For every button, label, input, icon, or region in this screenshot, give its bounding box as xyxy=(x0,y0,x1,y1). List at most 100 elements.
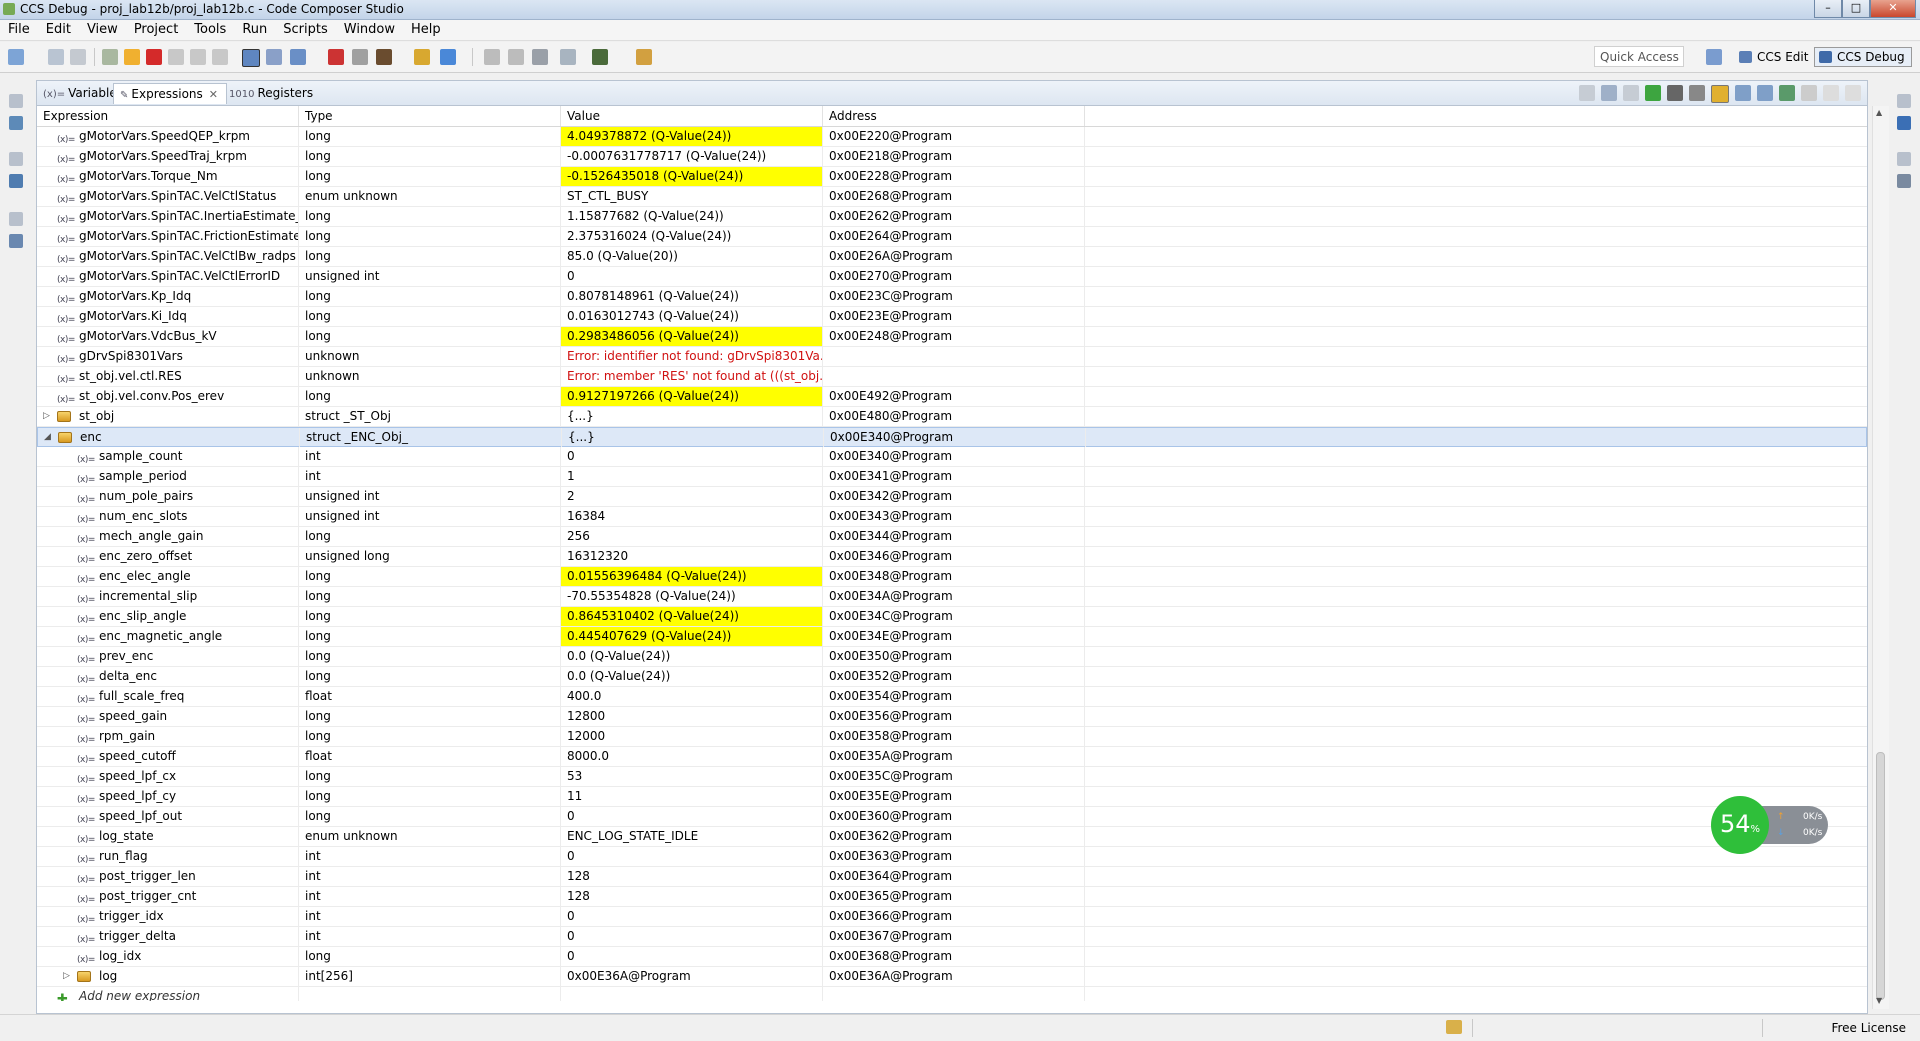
expression-cell[interactable]: (x)= gMotorVars.SpinTAC.VelCtlStatus xyxy=(37,187,299,206)
expression-cell[interactable]: (x)= gMotorVars.SpinTAC.InertiaEstimate_ xyxy=(37,207,299,226)
value-cell[interactable]: 4.049378872 (Q-Value(24)) xyxy=(561,127,823,146)
breakpoints-icon[interactable] xyxy=(1897,116,1911,130)
value-cell[interactable]: -0.0007631778717 (Q-Value(24)) xyxy=(561,147,823,166)
back-icon[interactable] xyxy=(484,49,500,65)
table-row[interactable]: (x)= gMotorVars.Kp_Idq long 0.8078148961 (Q… xyxy=(37,287,1867,307)
value-cell[interactable]: 0 xyxy=(561,847,823,866)
collapse-all-icon[interactable] xyxy=(1579,85,1595,101)
value-cell[interactable]: ENC_LOG_STATE_IDLE xyxy=(561,827,823,846)
table-row[interactable]: (x)= incremental_slip long -70.55354828 (Q-… xyxy=(37,587,1867,607)
memory-save-icon[interactable] xyxy=(242,49,260,67)
expression-cell[interactable]: (x)= num_pole_pairs xyxy=(37,487,299,506)
table-row[interactable]: (x)= trigger_delta int 0 0x00E367@Program xyxy=(37,927,1867,947)
value-cell[interactable]: 8000.0 xyxy=(561,747,823,766)
refresh-icon[interactable] xyxy=(1779,85,1795,101)
expression-cell[interactable]: (x)= run_flag xyxy=(37,847,299,866)
expression-cell[interactable]: ▷ log xyxy=(37,967,299,986)
table-row[interactable]: (x)= gMotorVars.SpinTAC.VelCtlStatus enum … xyxy=(37,187,1867,207)
expression-cell[interactable]: (x)= log_state xyxy=(37,827,299,846)
value-cell[interactable]: 53 xyxy=(561,767,823,786)
value-cell[interactable]: Error: identifier not found: gDrvSpi8301… xyxy=(561,347,823,366)
scroll-down-icon[interactable]: ▼ xyxy=(1876,996,1882,1005)
table-row[interactable]: (x)= gMotorVars.SpeedTraj_krpm long -0.0007… xyxy=(37,147,1867,167)
value-cell[interactable]: 1 xyxy=(561,467,823,486)
expression-cell[interactable]: (x)= enc_magnetic_angle xyxy=(37,627,299,646)
table-row[interactable]: ▷ log int[256] 0x00E36A@Program 0x00E36A@Pro… xyxy=(37,967,1867,987)
value-cell[interactable]: 0.01556396484 (Q-Value(24)) xyxy=(561,567,823,586)
value-cell[interactable]: 0.8078148961 (Q-Value(24)) xyxy=(561,287,823,306)
expression-cell[interactable]: (x)= gMotorVars.SpinTAC.VelCtlErrorID xyxy=(37,267,299,286)
expression-cell[interactable]: (x)= gMotorVars.VdcBus_kV xyxy=(37,327,299,346)
value-cell[interactable]: 0 xyxy=(561,447,823,466)
value-cell[interactable]: {...} xyxy=(562,428,824,447)
table-row[interactable]: ◢ enc struct _ENC_Obj_ {...} 0x00E340@Progra… xyxy=(37,427,1867,447)
table-row[interactable]: (x)= gMotorVars.VdcBus_kV long 0.2983486056… xyxy=(37,327,1867,347)
menu-help[interactable]: Help xyxy=(403,20,449,40)
table-row[interactable]: (x)= num_enc_slots unsigned int 16384 0x00E3… xyxy=(37,507,1867,527)
value-cell[interactable]: 0 xyxy=(561,807,823,826)
expression-cell[interactable]: (x)= gMotorVars.SpinTAC.FrictionEstimate xyxy=(37,227,299,246)
value-cell[interactable]: 0.2983486056 (Q-Value(24)) xyxy=(561,327,823,346)
expression-cell[interactable]: (x)= post_trigger_cnt xyxy=(37,887,299,906)
quick-access-input[interactable]: Quick Access xyxy=(1594,46,1684,67)
value-cell[interactable]: 0.0 (Q-Value(24)) xyxy=(561,647,823,666)
network-speed-widget[interactable]: ↑ 0K/s ↓ 0K/s 54% xyxy=(1711,796,1828,854)
value-cell[interactable]: 0x00E36A@Program xyxy=(561,967,823,986)
select-all-icon[interactable] xyxy=(1601,85,1617,101)
table-row[interactable]: (x)= trigger_idx int 0 0x00E366@Program xyxy=(37,907,1867,927)
table-row[interactable]: (x)= speed_gain long 12800 0x00E356@Program xyxy=(37,707,1867,727)
table-row[interactable]: (x)= gMotorVars.Ki_Idq long 0.0163012743 (Q… xyxy=(37,307,1867,327)
restore-icon[interactable] xyxy=(1897,94,1911,108)
expression-cell[interactable]: ✚ Add new expression xyxy=(37,987,299,1001)
expression-cell[interactable]: (x)= gMotorVars.SpinTAC.VelCtlBw_radps xyxy=(37,247,299,266)
expression-cell[interactable]: (x)= speed_gain xyxy=(37,707,299,726)
value-cell[interactable]: 128 xyxy=(561,887,823,906)
table-row[interactable]: (x)= speed_lpf_cx long 53 0x00E35C@Program xyxy=(37,767,1867,787)
save-icon[interactable] xyxy=(48,49,64,65)
column-expression[interactable]: Expression xyxy=(37,106,299,126)
table-row[interactable]: (x)= speed_lpf_cy long 11 0x00E35E@Program xyxy=(37,787,1867,807)
suspend-icon[interactable] xyxy=(124,49,140,65)
menu-edit[interactable]: Edit xyxy=(38,20,79,40)
expression-cell[interactable]: ◢ enc xyxy=(38,428,300,447)
value-cell[interactable]: {...} xyxy=(561,407,823,426)
step-return-icon[interactable] xyxy=(212,49,228,65)
table-row[interactable]: (x)= speed_cutoff float 8000.0 0x00E35A@Prog… xyxy=(37,747,1867,767)
external-tools-icon[interactable] xyxy=(414,49,430,65)
table-row[interactable]: (x)= gMotorVars.SpinTAC.VelCtlErrorID unsi… xyxy=(37,267,1867,287)
run-debug-icon[interactable] xyxy=(376,49,392,65)
value-cell[interactable]: 0 xyxy=(561,927,823,946)
outline-icon[interactable] xyxy=(9,234,23,248)
table-row[interactable]: (x)= st_obj.vel.ctl.RES unknown Error: memb… xyxy=(37,367,1867,387)
value-cell[interactable]: 16312320 xyxy=(561,547,823,566)
menu-run[interactable]: Run xyxy=(234,20,275,40)
connect-icon[interactable] xyxy=(266,49,282,65)
perspective-ccs-debug[interactable]: CCS Debug xyxy=(1814,47,1912,67)
value-cell[interactable]: 11 xyxy=(561,787,823,806)
continuous-refresh-icon[interactable] xyxy=(1711,85,1729,103)
value-cell[interactable]: -70.55354828 (Q-Value(24)) xyxy=(561,587,823,606)
remove-icon[interactable] xyxy=(1667,85,1683,101)
expression-cell[interactable]: (x)= st_obj.vel.ctl.RES xyxy=(37,367,299,386)
value-cell[interactable]: 0 xyxy=(561,267,823,286)
table-row[interactable]: (x)= gMotorVars.SpinTAC.InertiaEstimate_ l… xyxy=(37,207,1867,227)
breakpoint-icon[interactable] xyxy=(328,49,344,65)
value-cell[interactable]: 12800 xyxy=(561,707,823,726)
expression-cell[interactable]: (x)= delta_enc xyxy=(37,667,299,686)
value-cell[interactable]: 0.8645310402 (Q-Value(24)) xyxy=(561,607,823,626)
new-icon[interactable] xyxy=(8,49,24,65)
table-row[interactable]: (x)= post_trigger_cnt int 128 0x00E365@Progr… xyxy=(37,887,1867,907)
project-explorer-icon[interactable] xyxy=(9,174,23,188)
value-cell[interactable]: 0.445407629 (Q-Value(24)) xyxy=(561,627,823,646)
table-row[interactable]: (x)= num_pole_pairs unsigned int 2 0x00E342@… xyxy=(37,487,1867,507)
column-value[interactable]: Value xyxy=(561,106,823,126)
pin-view-icon[interactable] xyxy=(1757,85,1773,101)
expression-cell[interactable]: (x)= gMotorVars.Torque_Nm xyxy=(37,167,299,186)
value-cell[interactable]: 128 xyxy=(561,867,823,886)
expression-cell[interactable]: (x)= incremental_slip xyxy=(37,587,299,606)
view-menu-icon[interactable] xyxy=(1801,85,1817,101)
console-view-icon[interactable] xyxy=(1897,174,1911,188)
expression-cell[interactable]: (x)= speed_lpf_cy xyxy=(37,787,299,806)
expression-cell[interactable]: (x)= gDrvSpi8301Vars xyxy=(37,347,299,366)
value-cell[interactable] xyxy=(561,987,823,1001)
